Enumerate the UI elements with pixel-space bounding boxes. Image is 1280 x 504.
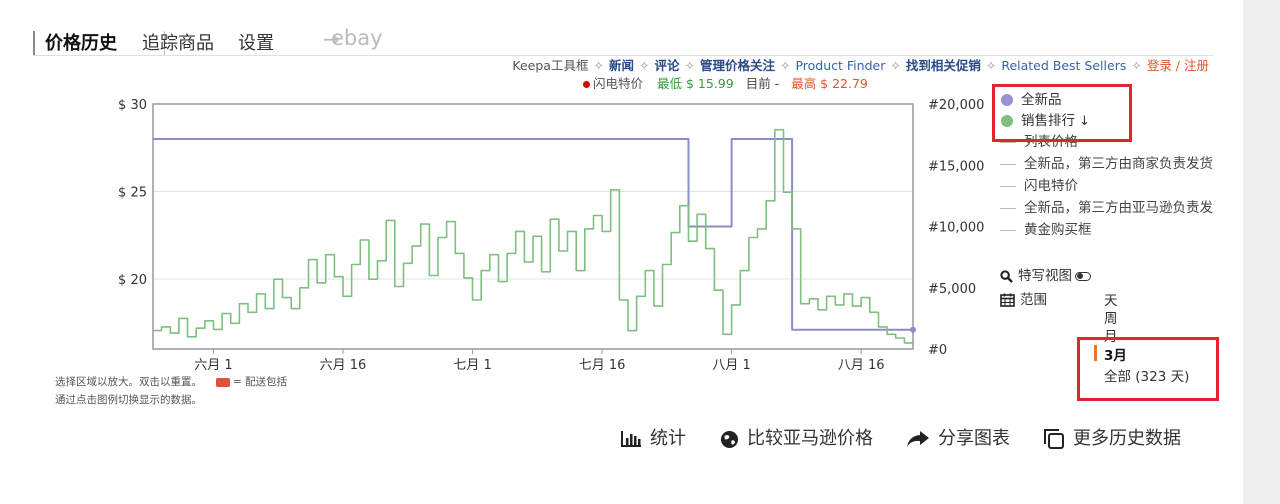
range-highlight-box xyxy=(1077,337,1219,401)
globe-icon xyxy=(720,430,739,448)
toolbar-login[interactable]: 登录 / 注册 xyxy=(1147,58,1209,73)
range-control: 范围 xyxy=(1000,288,1047,308)
y-right-tick-label: #5,000 xyxy=(928,282,976,297)
x-tick-label: 七月 1 xyxy=(453,358,491,373)
copy-icon xyxy=(1044,429,1064,449)
page-scrollbar[interactable] xyxy=(1243,0,1280,504)
range-option-day[interactable]: 天 xyxy=(1104,289,1118,309)
more-history-label: 更多历史数据 xyxy=(1073,428,1181,449)
hint-zoom: 选择区域以放大。双击以重置。 xyxy=(55,376,202,388)
hint-shipping: = 配送包括 xyxy=(233,376,288,388)
share-chart-button[interactable]: 分享图表 xyxy=(906,424,1010,450)
legend-label-buy-box: 黄金购买框 xyxy=(1024,222,1092,238)
zoom-toggle[interactable] xyxy=(1075,271,1091,281)
series-line-sales-rank xyxy=(153,128,914,346)
legend-line-icon xyxy=(1000,185,1016,187)
range-label: 范围 xyxy=(1020,292,1047,308)
share-label: 分享图表 xyxy=(938,428,1010,449)
bar-chart-icon xyxy=(621,431,641,447)
magnifier-icon xyxy=(1000,269,1013,283)
legend-item-new-3p-fba[interactable]: 全新品，第三方由亚马逊负责发 xyxy=(1000,198,1213,218)
y-right-tick-label: #0 xyxy=(928,343,947,358)
compare-label: 比较亚马逊价格 xyxy=(747,428,873,449)
compare-amazon-button[interactable]: 比较亚马逊价格 xyxy=(720,424,873,450)
chart-frame xyxy=(152,103,914,350)
y-left-tick-label: $ 25 xyxy=(118,186,147,201)
stats-button[interactable]: 统计 xyxy=(620,424,686,450)
x-tick-label: 六月 16 xyxy=(320,358,367,373)
legend-label-new-3p-fbm: 全新品，第三方由商家负责发货 xyxy=(1024,156,1213,172)
zoom-view-label: 特写视图 xyxy=(1018,268,1072,284)
y-right-tick-label: #10,000 xyxy=(928,221,984,236)
series-end-point xyxy=(910,326,916,333)
legend-item-new-3p-fbm[interactable]: 全新品，第三方由商家负责发货 xyxy=(1000,154,1213,174)
legend-line-icon xyxy=(1000,229,1016,231)
share-arrow-icon xyxy=(907,431,929,447)
y-left-tick-label: $ 30 xyxy=(118,98,147,113)
price-chart[interactable]: $ 30 $ 25 $ 20 #20,000 #15,000 #10,000 #5,000 #… xyxy=(0,0,1000,380)
y-left-tick-label: $ 20 xyxy=(118,273,147,288)
y-right-tick-label: #15,000 xyxy=(928,159,984,174)
legend-highlight-box xyxy=(992,84,1132,142)
zoom-view-control[interactable]: 特写视图 xyxy=(1000,264,1091,284)
range-option-week[interactable]: 周 xyxy=(1104,307,1118,327)
legend-item-buy-box[interactable]: 黄金购买框 xyxy=(1000,220,1092,240)
stats-label: 统计 xyxy=(650,428,686,449)
x-tick-label: 七月 16 xyxy=(579,358,626,373)
legend-item-lightning[interactable]: 闪电特价 xyxy=(1000,176,1078,196)
toolbar-related-best-sellers[interactable]: Related Best Sellers xyxy=(1001,58,1126,73)
chart-hint-line2: 通过点击图例切换显示的数据。 xyxy=(55,394,202,406)
legend-line-icon xyxy=(1000,163,1016,165)
x-tick-label: 八月 1 xyxy=(712,358,750,373)
chart-series xyxy=(153,128,916,346)
legend-label-new-3p-fba: 全新品，第三方由亚马逊负责发 xyxy=(1024,200,1213,216)
more-history-button[interactable]: 更多历史数据 xyxy=(1043,424,1181,450)
series-line-new xyxy=(153,138,913,331)
x-tick-label: 六月 1 xyxy=(194,358,232,373)
legend-line-icon xyxy=(1000,207,1016,209)
y-right-tick-label: #20,000 xyxy=(928,98,984,113)
calendar-icon xyxy=(1000,293,1015,307)
chart-hint-line1: 选择区域以放大。双击以重置。 = 配送包括 xyxy=(55,374,287,389)
x-tick-label: 八月 16 xyxy=(838,358,885,373)
toolbar-separator: ✧ xyxy=(1131,58,1142,73)
legend-label-lightning: 闪电特价 xyxy=(1024,178,1078,194)
shipping-truck-icon xyxy=(216,377,230,387)
